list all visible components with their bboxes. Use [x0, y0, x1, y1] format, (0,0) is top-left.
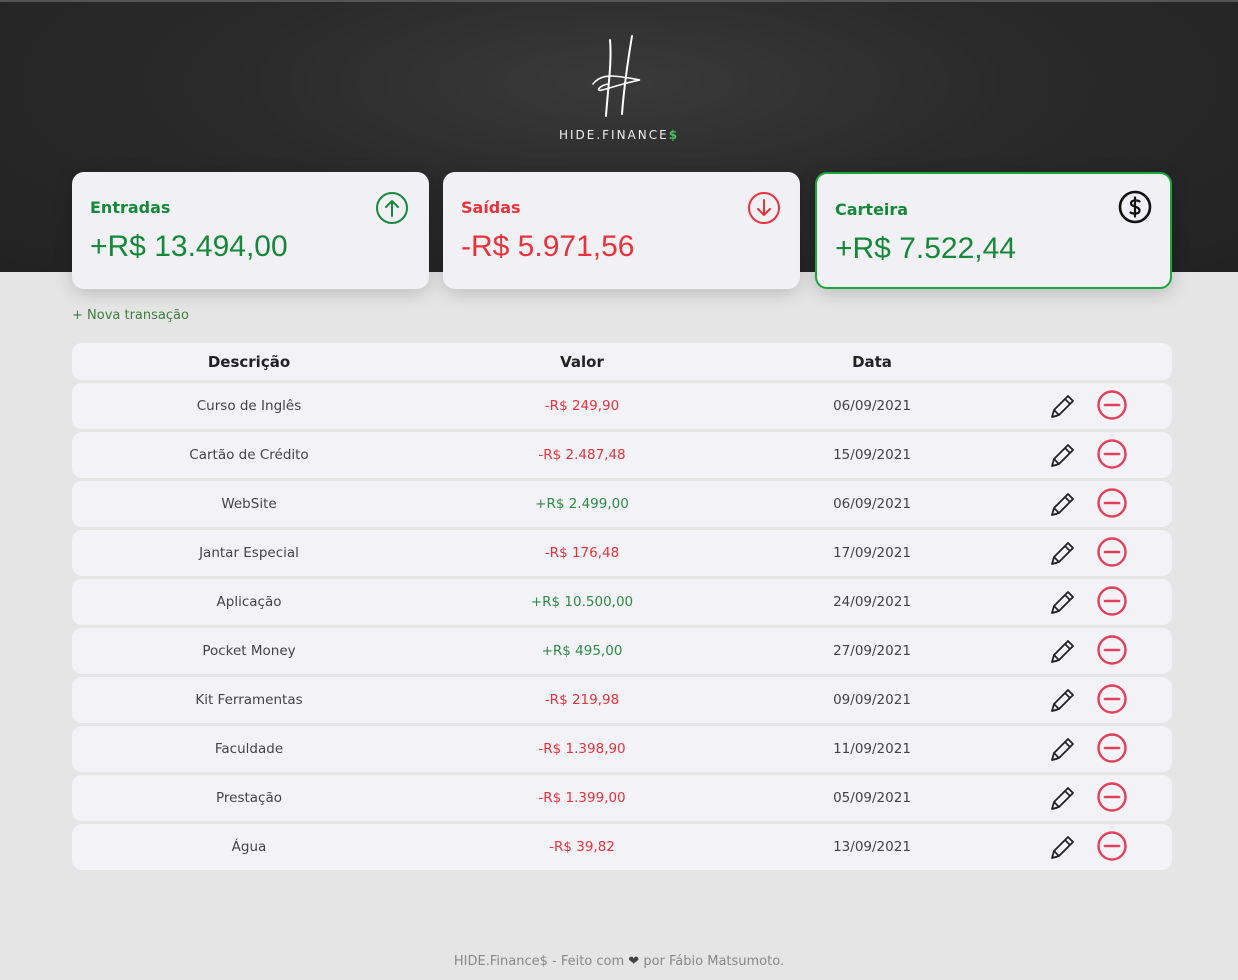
row-date: 27/09/2021	[833, 643, 911, 659]
row-description: Cartão de Crédito	[189, 447, 309, 463]
pencil-edit-icon[interactable]	[1048, 783, 1078, 813]
table-row: Aplicação +R$ 10.500,00 24/09/2021	[72, 579, 1172, 625]
row-value: -R$ 39,82	[549, 839, 615, 855]
row-value: -R$ 1.398,90	[538, 741, 626, 757]
minus-circle-delete-icon[interactable]	[1096, 830, 1128, 862]
row-value: +R$ 495,00	[541, 643, 623, 659]
h-signature-logo	[592, 35, 641, 117]
minus-circle-delete-icon[interactable]	[1096, 438, 1128, 470]
arrow-down-circle-icon	[748, 192, 780, 224]
row-value: -R$ 249,90	[544, 398, 620, 414]
pencil-edit-icon[interactable]	[1048, 832, 1078, 862]
row-date: 06/09/2021	[833, 398, 911, 414]
arrow-up-circle-icon	[376, 192, 408, 224]
header-description: Descrição	[207, 353, 291, 371]
wallet-value: +R$ 7.522,44	[835, 232, 1016, 265]
table-row: Faculdade -R$ 1.398,90 11/09/2021	[72, 726, 1172, 772]
row-date: 05/09/2021	[833, 790, 911, 806]
pencil-edit-icon[interactable]	[1048, 587, 1078, 617]
minus-circle-delete-icon[interactable]	[1096, 781, 1128, 813]
pencil-edit-icon[interactable]	[1048, 685, 1078, 715]
minus-circle-delete-icon[interactable]	[1096, 683, 1128, 715]
new-transaction-link[interactable]: + Nova transação	[72, 308, 189, 323]
row-description: Aplicação	[216, 594, 282, 610]
row-description: Kit Ferramentas	[195, 692, 303, 708]
row-value: -R$ 176,48	[544, 545, 620, 561]
row-description: Jantar Especial	[199, 545, 299, 561]
row-value: +R$ 10.500,00	[530, 594, 634, 610]
row-value: -R$ 2.487,48	[538, 447, 626, 463]
income-card: Entradas +R$ 13.494,00	[72, 172, 429, 289]
minus-circle-delete-icon[interactable]	[1096, 585, 1128, 617]
row-value: -R$ 219,98	[544, 692, 620, 708]
pencil-edit-icon[interactable]	[1048, 391, 1078, 421]
minus-circle-delete-icon[interactable]	[1096, 634, 1128, 666]
row-description: WebSite	[221, 496, 277, 512]
row-date: 15/09/2021	[833, 447, 911, 463]
brand-name: HIDE.FINANCE$	[0, 128, 1238, 142]
minus-circle-delete-icon[interactable]	[1096, 389, 1128, 421]
brand-name-text: HIDE.FINANCE	[558, 128, 669, 142]
expense-label: Saídas	[461, 198, 521, 217]
row-value: -R$ 1.399,00	[538, 790, 626, 806]
row-date: 17/09/2021	[833, 545, 911, 561]
table-row: Prestação -R$ 1.399,00 05/09/2021	[72, 775, 1172, 821]
minus-circle-delete-icon[interactable]	[1096, 487, 1128, 519]
table-row: Cartão de Crédito -R$ 2.487,48 15/09/2021	[72, 432, 1172, 478]
table-row: Curso de Inglês -R$ 249,90 06/09/2021	[72, 383, 1172, 429]
pencil-edit-icon[interactable]	[1048, 440, 1078, 470]
footer: HIDE.Finance$ - Feito com ❤ por Fábio Ma…	[0, 954, 1238, 969]
row-date: 13/09/2021	[833, 839, 911, 855]
income-label: Entradas	[90, 198, 171, 217]
row-description: Curso de Inglês	[196, 398, 302, 414]
table-row: Água -R$ 39,82 13/09/2021	[72, 824, 1172, 870]
row-date: 09/09/2021	[833, 692, 911, 708]
header-value: Valor	[560, 353, 604, 371]
heart-icon: ❤	[628, 954, 640, 969]
wallet-card: Carteira +R$ 7.522,44	[815, 172, 1172, 289]
brand-dollar: $	[668, 128, 680, 142]
header-date: Data	[852, 353, 892, 371]
footer-text-after: por Fábio Matsumoto.	[643, 954, 785, 969]
wallet-label: Carteira	[835, 200, 909, 219]
pencil-edit-icon[interactable]	[1048, 538, 1078, 568]
row-value: +R$ 2.499,00	[535, 496, 629, 512]
row-date: 11/09/2021	[833, 741, 911, 757]
row-description: Prestação	[215, 790, 283, 806]
row-date: 24/09/2021	[833, 594, 911, 610]
table-row: Kit Ferramentas -R$ 219,98 09/09/2021	[72, 677, 1172, 723]
row-date: 06/09/2021	[833, 496, 911, 512]
expense-value: -R$ 5.971,56	[461, 230, 635, 263]
row-description: Pocket Money	[202, 643, 296, 659]
pencil-edit-icon[interactable]	[1048, 636, 1078, 666]
dollar-circle-icon	[1118, 190, 1152, 224]
table-row: Pocket Money +R$ 495,00 27/09/2021	[72, 628, 1172, 674]
pencil-edit-icon[interactable]	[1048, 734, 1078, 764]
table-header: Descrição Valor Data	[72, 343, 1172, 380]
table-row: Jantar Especial -R$ 176,48 17/09/2021	[72, 530, 1172, 576]
table-row: WebSite +R$ 2.499,00 06/09/2021	[72, 481, 1172, 527]
minus-circle-delete-icon[interactable]	[1096, 732, 1128, 764]
minus-circle-delete-icon[interactable]	[1096, 536, 1128, 568]
row-description: Faculdade	[214, 741, 284, 757]
expense-card: Saídas -R$ 5.971,56	[443, 172, 800, 289]
pencil-edit-icon[interactable]	[1048, 489, 1078, 519]
income-value: +R$ 13.494,00	[90, 230, 288, 263]
row-description: Água	[231, 839, 267, 855]
footer-text-before: HIDE.Finance$ - Feito com	[453, 954, 625, 969]
